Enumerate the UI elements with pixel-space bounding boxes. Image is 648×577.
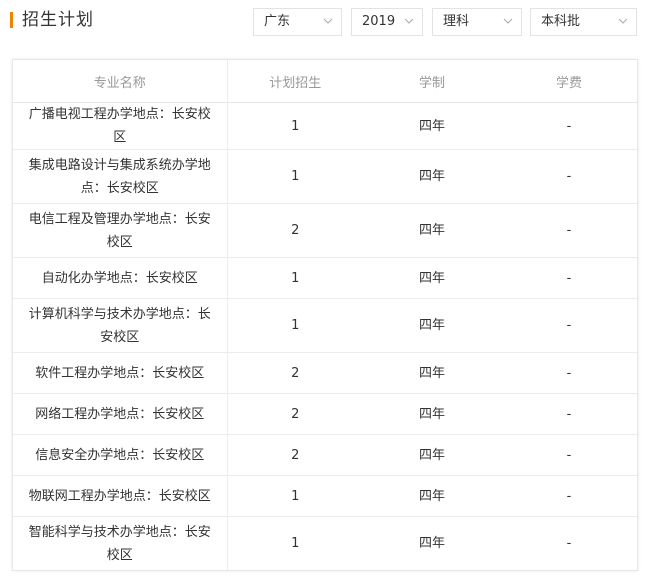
plan-cell: 2 bbox=[227, 434, 363, 476]
year-select-value: 2019 bbox=[362, 14, 396, 29]
tuition-cell: - bbox=[501, 257, 637, 299]
tuition-cell: - bbox=[501, 102, 637, 150]
duration-cell: 四年 bbox=[363, 102, 501, 150]
major-cell: 物联网工程办学地点：长安校区 bbox=[13, 475, 228, 517]
major-cell: 软件工程办学地点：长安校区 bbox=[13, 352, 228, 394]
tuition-cell: - bbox=[501, 393, 637, 435]
chevron-down-icon bbox=[404, 18, 414, 24]
table-row: 广播电视工程办学地点：长安校区 1 四年 - bbox=[13, 102, 637, 150]
plan-table: 专业名称 计划招生 学制 学费 广播电视工程办学地点：长安校区 1 四年 - 集… bbox=[13, 60, 637, 570]
tuition-cell: - bbox=[501, 149, 637, 204]
table-header-row: 专业名称 计划招生 学制 学费 bbox=[13, 60, 637, 103]
batch-select-value: 本科批 bbox=[541, 14, 581, 29]
province-select-value: 广东 bbox=[264, 14, 291, 29]
major-cell: 网络工程办学地点：长安校区 bbox=[13, 393, 228, 435]
major-cell: 计算机科学与技术办学地点：长安校区 bbox=[13, 298, 228, 353]
chevron-down-icon bbox=[503, 18, 513, 24]
tuition-cell: - bbox=[501, 298, 637, 353]
table-row: 智能科学与技术办学地点：长安校区 1 四年 - bbox=[13, 516, 637, 570]
tuition-cell: - bbox=[566, 536, 572, 551]
plan-cell: 1 bbox=[227, 149, 363, 204]
tuition-cell: - bbox=[501, 203, 637, 258]
tuition-cell: - bbox=[501, 475, 637, 517]
duration-cell: 四年 bbox=[363, 475, 501, 517]
plan-cell: 2 bbox=[227, 393, 363, 435]
page-title: 招生计划 bbox=[22, 10, 94, 30]
year-select[interactable]: 2019 bbox=[351, 8, 423, 36]
plan-cell: 1 bbox=[227, 475, 363, 517]
duration-cell: 四年 bbox=[363, 298, 501, 353]
column-header-major: 专业名称 bbox=[13, 60, 228, 103]
chevron-down-icon bbox=[618, 18, 628, 24]
table-row: 电信工程及管理办学地点：长安校区 2 四年 - bbox=[13, 203, 637, 258]
tuition-cell: - bbox=[501, 434, 637, 476]
subject-select[interactable]: 理科 bbox=[432, 8, 522, 36]
major-cell: 广播电视工程办学地点：长安校区 bbox=[13, 102, 228, 150]
duration-cell: 四年 bbox=[363, 434, 501, 476]
table-row: 自动化办学地点：长安校区 1 四年 - bbox=[13, 257, 637, 299]
major-cell: 自动化办学地点：长安校区 bbox=[13, 257, 228, 299]
duration-cell: 四年 bbox=[363, 393, 501, 435]
duration-cell: 四年 bbox=[363, 149, 501, 204]
column-header-plan: 计划招生 bbox=[227, 60, 363, 103]
tuition-cell: - bbox=[501, 352, 637, 394]
major-cell: 智能科学与技术办学地点：长安校区 bbox=[13, 516, 228, 570]
column-header-duration: 学制 bbox=[363, 60, 501, 103]
major-cell: 集成电路设计与集成系统办学地点：长安校区 bbox=[13, 149, 228, 204]
major-cell: 信息安全办学地点：长安校区 bbox=[13, 434, 228, 476]
duration-cell: 四年 bbox=[363, 203, 501, 258]
table-row: 网络工程办学地点：长安校区 2 四年 - bbox=[13, 393, 637, 435]
column-header-tuition: 学费 bbox=[501, 60, 637, 103]
batch-select[interactable]: 本科批 bbox=[530, 8, 637, 36]
duration-cell: 四年 bbox=[363, 257, 501, 299]
plan-cell: 2 bbox=[227, 352, 363, 394]
plan-cell: 2 bbox=[227, 203, 363, 258]
plan-cell: 1 bbox=[227, 298, 363, 353]
plan-cell: 1 bbox=[227, 257, 363, 299]
table-row: 信息安全办学地点：长安校区 2 四年 - bbox=[13, 434, 637, 476]
subject-select-value: 理科 bbox=[443, 14, 470, 29]
duration-cell: 四年 bbox=[418, 536, 445, 551]
table-row: 集成电路设计与集成系统办学地点：长安校区 1 四年 - bbox=[13, 149, 637, 204]
plan-cell: 1 bbox=[227, 102, 363, 150]
table-row: 计算机科学与技术办学地点：长安校区 1 四年 - bbox=[13, 298, 637, 353]
major-cell: 电信工程及管理办学地点：长安校区 bbox=[13, 203, 228, 258]
plan-cell: 1 bbox=[291, 536, 300, 551]
title-accent-bar bbox=[10, 12, 13, 28]
duration-cell: 四年 bbox=[363, 352, 501, 394]
plan-header: 招生计划 广东 2019 理科 本科批 bbox=[0, 0, 648, 46]
chevron-down-icon bbox=[323, 18, 333, 24]
table-row: 软件工程办学地点：长安校区 2 四年 - bbox=[13, 352, 637, 394]
table-row: 物联网工程办学地点：长安校区 1 四年 - bbox=[13, 475, 637, 517]
province-select[interactable]: 广东 bbox=[253, 8, 342, 36]
plan-table-container: 专业名称 计划招生 学制 学费 广播电视工程办学地点：长安校区 1 四年 - 集… bbox=[12, 59, 638, 571]
